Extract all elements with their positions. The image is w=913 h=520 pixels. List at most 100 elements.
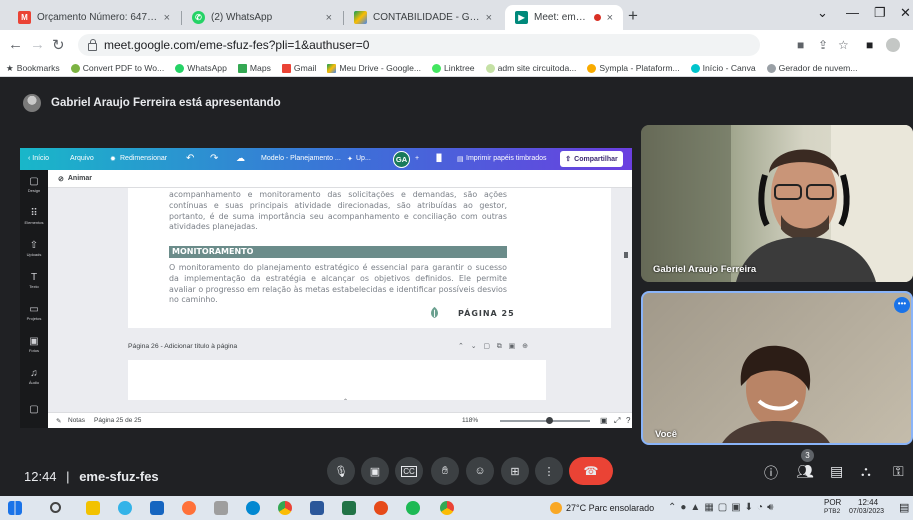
canva-page-26[interactable] [128, 360, 546, 400]
clock-date[interactable]: 07/03/2023 [849, 508, 884, 515]
add-collaborator-button[interactable]: + [415, 155, 419, 162]
host-controls-icon[interactable]: ⚿ [893, 463, 904, 480]
window-close-icon[interactable]: ✕ [900, 5, 911, 21]
minimize-icon[interactable]: — [846, 5, 859, 20]
close-icon[interactable]: × [486, 12, 492, 24]
chat-icon[interactable]: ▤ [830, 463, 843, 480]
clock-time[interactable]: 12:44 [858, 498, 878, 507]
close-icon[interactable]: × [607, 12, 613, 24]
sidebar-item-elements[interactable]: ⠿ Elementos [20, 208, 48, 225]
animate-button[interactable]: Animar [68, 175, 92, 182]
scrollbar-thumb[interactable] [624, 252, 628, 258]
browser-tab-whatsapp[interactable]: ✆ (2) WhatsApp × [182, 5, 342, 30]
canva-home-link[interactable]: ‹ Início [28, 155, 49, 162]
camera-button[interactable]: ▣ [361, 457, 389, 485]
extension-icon[interactable]: ■ [866, 38, 873, 52]
bookmark-item[interactable]: Início - Canva [690, 63, 756, 73]
more-options-button[interactable]: ⋮ [535, 457, 563, 485]
page-actions-icons[interactable]: ⌃⌄▢⧉▣⊕ [458, 342, 535, 351]
browser-tab-google-drive[interactable]: CONTABILIDADE - Google Drive × [344, 5, 502, 30]
input-language[interactable]: POR [824, 498, 841, 507]
more-options-button[interactable]: ••• [894, 297, 910, 313]
excel-icon[interactable] [342, 501, 356, 515]
sidebar-item-audio[interactable]: ♫ Áudio [20, 368, 48, 385]
url-bar[interactable]: meet.google.com/eme-sfuz-fes?pli=1&authu… [78, 34, 760, 56]
new-tab-button[interactable]: + [628, 6, 638, 26]
participant-tile-gabriel[interactable]: Gabriel Araujo Ferreira [641, 125, 913, 282]
canva-share-button[interactable]: ⇧ Compartilhar [560, 151, 623, 167]
app-icon[interactable] [374, 501, 388, 515]
profile-avatar[interactable] [886, 38, 900, 52]
sidebar-item-more[interactable]: ▢ [20, 404, 48, 415]
search-icon[interactable] [50, 502, 61, 513]
captions-button[interactable]: CC [395, 457, 423, 485]
sidebar-item-design[interactable]: ▢ Design [20, 176, 48, 193]
shared-screen[interactable]: ‹ Início Arquivo ✹ Redimensionar ↶ ↷ ☁ M… [20, 148, 632, 428]
bookmark-item[interactable]: Linktree [432, 63, 475, 73]
camera-icon[interactable]: ■ [797, 38, 804, 52]
app-icon[interactable] [246, 501, 260, 515]
chevron-up-icon[interactable]: ⌃ [343, 398, 348, 405]
close-icon[interactable]: × [164, 12, 170, 24]
windows-start-icon[interactable] [8, 501, 22, 515]
canva-resize-button[interactable]: Redimensionar [120, 155, 167, 162]
people-icon[interactable]: 👥︎ [796, 463, 814, 480]
firefox-icon[interactable] [182, 501, 196, 515]
page-view-icon[interactable]: ▣ [600, 416, 608, 425]
undo-icon[interactable]: ↶ [186, 153, 194, 164]
bookmark-item[interactable]: WhatsApp [175, 63, 227, 73]
file-explorer-icon[interactable] [86, 501, 100, 515]
chevron-down-icon[interactable]: ⌄ [817, 5, 828, 21]
chrome-icon[interactable] [278, 501, 292, 515]
weather-text[interactable]: 27°C Parc ensolarado [566, 503, 654, 513]
close-icon[interactable]: × [326, 12, 332, 24]
word-icon[interactable] [310, 501, 324, 515]
microphone-button[interactable]: 🎙︎ [327, 457, 355, 485]
back-arrow-icon[interactable]: ← [8, 36, 23, 53]
info-icon[interactable]: ⓘ [764, 463, 778, 483]
present-button[interactable]: ⊞ [501, 457, 529, 485]
sidebar-item-uploads[interactable]: ⇧ Uploads [20, 240, 48, 257]
bookmark-item[interactable]: ★ Bookmarks [6, 63, 60, 74]
tray-icons[interactable]: ⌃●▲▦▢▣⬇◔🔊︎ [668, 502, 777, 513]
reload-icon[interactable]: ↻ [52, 36, 65, 54]
leave-call-button[interactable]: ☎︎ [569, 457, 613, 485]
bookmark-item[interactable]: Maps [237, 63, 271, 73]
browser-tab-meet[interactable]: ▶ Meet: eme-sfuz-fes × [505, 5, 623, 30]
star-icon[interactable]: ☆ [838, 38, 849, 52]
collaborator-avatar[interactable]: GA [393, 151, 410, 168]
chrome-icon[interactable] [440, 501, 454, 515]
bookmark-item[interactable]: Meu Drive - Google... [327, 63, 421, 73]
notes-button[interactable]: Notas [68, 417, 85, 424]
canva-upgrade-button[interactable]: Up... [356, 155, 371, 162]
analytics-icon[interactable]: ▐▌ [434, 155, 444, 162]
zoom-slider-handle[interactable] [546, 417, 553, 424]
browser-tab-orcamento[interactable]: M Orçamento Número: 64789 - cir × [8, 5, 180, 30]
activities-icon[interactable]: ⛬ [861, 463, 871, 480]
canva-doc-title[interactable]: Modelo - Planejamento ... [261, 155, 341, 162]
help-icon[interactable]: ? [626, 416, 630, 425]
canva-page-25[interactable]: acompanhamento e monitoramento das solic… [128, 188, 611, 328]
canva-print-button[interactable]: Imprimir papéis timbrados [466, 155, 547, 162]
sidebar-item-text[interactable]: T Texto [20, 272, 48, 289]
input-layout[interactable]: PTB2 [824, 508, 840, 515]
restore-icon[interactable]: ❐ [874, 5, 886, 21]
raise-hand-button[interactable]: ✋︎ [431, 457, 459, 485]
participant-tile-self[interactable]: ••• Você [641, 291, 913, 445]
mail-icon[interactable] [150, 501, 164, 515]
bookmark-item[interactable]: Gerador de nuvem... [766, 63, 858, 73]
fullscreen-icon[interactable]: ⤢ [614, 416, 620, 426]
bookmark-item[interactable]: adm site circuitoda... [485, 63, 576, 73]
app-icon[interactable] [214, 501, 228, 515]
spotify-icon[interactable] [406, 501, 420, 515]
sidebar-item-photos[interactable]: ▣ Fotos [20, 336, 48, 353]
page-26-title[interactable]: Página 26 - Adicionar título à página [128, 343, 237, 350]
bookmark-item[interactable]: Convert PDF to Wo... [70, 63, 164, 73]
canva-file-menu[interactable]: Arquivo [70, 155, 94, 162]
sidebar-item-projects[interactable]: ▭ Projetos [20, 304, 48, 321]
zoom-slider[interactable] [500, 420, 590, 422]
redo-icon[interactable]: ↷ [210, 153, 218, 164]
notifications-icon[interactable]: ▤ [899, 501, 909, 514]
share-icon[interactable]: ⇪ [818, 38, 828, 52]
emoji-button[interactable]: ☺ [466, 457, 494, 485]
